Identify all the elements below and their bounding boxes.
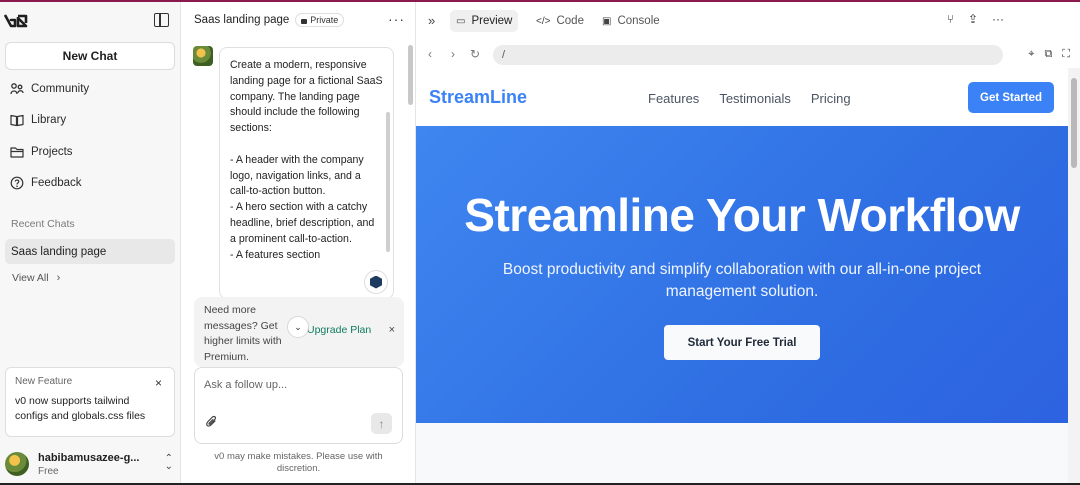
v0-assistant-icon [364, 270, 388, 294]
site-viewport: StreamLine Features Testimonials Pricing… [416, 68, 1068, 485]
browser-actions: ⌖ ⧉ ⛶ [1028, 48, 1070, 61]
nav-link-pricing[interactable]: Pricing [811, 91, 851, 106]
back-icon[interactable]: ‹ [428, 47, 432, 61]
new-window-icon[interactable]: ⧉ [1044, 48, 1052, 61]
preview-scrollbar[interactable] [1068, 68, 1080, 485]
scrollbar-thumb[interactable] [1071, 78, 1077, 168]
user-info: habibamusazee-g... Free [38, 452, 139, 477]
preview-panel: » ▭ Preview </> Code ▣ Console ⑂ ⇪ ··· ‹… [416, 2, 1080, 485]
browser-bar: ‹ › ↻ / ⌖ ⧉ ⛶ [416, 42, 1080, 68]
user-message: Create a modern, responsive landing page… [219, 47, 394, 299]
get-started-button[interactable]: Get Started [968, 82, 1054, 113]
share-icon[interactable]: ⇪ [968, 12, 978, 26]
message-scrollbar[interactable] [386, 112, 390, 252]
v0-logo-icon[interactable] [4, 11, 32, 31]
fullscreen-icon[interactable]: ⛶ [1062, 48, 1070, 61]
help-circle-icon [10, 176, 24, 190]
tab-console[interactable]: ▣ Console [596, 10, 666, 32]
close-icon[interactable]: × [155, 376, 162, 390]
sidebar-item-feedback[interactable]: Feedback [10, 173, 82, 193]
start-free-trial-button[interactable]: Start Your Free Trial [664, 325, 820, 360]
message-avatar [193, 46, 213, 66]
chevron-right-icon: › [56, 272, 61, 284]
chat-header: Saas landing page Private [194, 13, 345, 27]
tab-preview[interactable]: ▭ Preview [450, 10, 519, 32]
expand-icon[interactable]: » [428, 13, 435, 28]
avatar [5, 452, 29, 476]
code-icon: </> [536, 15, 551, 27]
inspect-cursor-icon[interactable]: ⌖ [1028, 48, 1034, 61]
arrow-up-icon: ↑ [378, 416, 385, 431]
recent-chat-item[interactable]: Saas landing page [5, 239, 175, 264]
url-input[interactable]: / [493, 45, 1003, 65]
user-menu[interactable]: habibamusazee-g... Free ⌃ ⌄ [5, 448, 177, 480]
chat-title[interactable]: Saas landing page [194, 14, 289, 26]
user-plan: Free [38, 465, 59, 477]
forward-icon[interactable]: › [451, 47, 455, 61]
feature-card-body: v0 now supports tailwind configs and glo… [15, 395, 146, 422]
site-header: StreamLine Features Testimonials Pricing… [416, 68, 1068, 126]
hero-section: Streamline Your Workflow Boost productiv… [416, 126, 1068, 423]
view-all-link[interactable]: View All › [12, 272, 60, 284]
sidebar-item-community[interactable]: Community [10, 79, 89, 99]
more-options-icon[interactable]: ··· [388, 11, 405, 27]
site-nav-links: Features Testimonials Pricing [648, 91, 851, 106]
chevron-down-icon: ⌄ [294, 321, 302, 332]
terminal-icon: ▣ [602, 15, 612, 27]
sidebar-item-projects[interactable]: Projects [10, 142, 73, 162]
message-text: Create a modern, responsive landing page… [230, 59, 383, 261]
nav-link-testimonials[interactable]: Testimonials [719, 91, 791, 106]
nav-link-features[interactable]: Features [648, 91, 699, 106]
paperclip-icon[interactable] [205, 415, 218, 431]
hero-title: Streamline Your Workflow [464, 189, 1020, 241]
follow-up-composer: ↑ [194, 367, 403, 444]
send-button[interactable]: ↑ [371, 413, 392, 434]
upgrade-text: Need more messages? Get higher limits wi… [204, 304, 282, 363]
sidebar-item-library[interactable]: Library [10, 110, 66, 130]
tab-label: Console [617, 15, 660, 27]
more-options-icon[interactable]: ··· [992, 12, 1004, 26]
disclaimer-text: v0 may make mistakes. Please use with di… [214, 451, 383, 474]
sidebar-toggle-icon[interactable] [154, 13, 169, 27]
hero-subtitle: Boost productivity and simplify collabor… [502, 261, 982, 300]
sidebar-item-label: Feedback [31, 177, 82, 189]
visibility-label: Private [310, 15, 339, 25]
view-all-label: View All [12, 272, 49, 284]
preview-actions: ⑂ ⇪ ··· [947, 12, 1004, 26]
recent-chats-label: Recent Chats [11, 218, 75, 230]
chat-panel: Saas landing page Private ··· Create a m… [181, 2, 416, 485]
tab-code[interactable]: </> Code [530, 10, 590, 32]
follow-up-input[interactable] [204, 379, 394, 391]
visibility-badge[interactable]: Private [295, 13, 345, 27]
sidebar-item-label: Projects [31, 146, 73, 158]
book-icon [10, 114, 24, 127]
folder-icon [10, 147, 24, 158]
community-icon [10, 83, 24, 95]
new-feature-card: New Feature × v0 now supports tailwind c… [5, 367, 175, 437]
tab-label: Code [556, 15, 584, 27]
fork-icon[interactable]: ⑂ [947, 12, 954, 26]
feature-card-title: New Feature [15, 376, 73, 387]
chat-scrollbar[interactable] [408, 45, 413, 105]
app-root: New Chat Community Library Projects Feed… [0, 2, 1080, 485]
scroll-down-button[interactable]: ⌄ [287, 316, 309, 338]
site-logo[interactable]: StreamLine [429, 87, 527, 108]
sidebar-item-label: Library [31, 114, 67, 126]
lock-icon [301, 18, 308, 24]
window-icon: ▭ [456, 15, 466, 27]
upgrade-plan-link[interactable]: Upgrade Plan [307, 324, 371, 336]
chevron-up-down-icon: ⌃ ⌄ [164, 453, 173, 472]
new-chat-button[interactable]: New Chat [5, 42, 175, 70]
sidebar-item-label: Community [31, 83, 90, 95]
refresh-icon[interactable]: ↻ [470, 47, 480, 61]
user-name: habibamusazee-g... [38, 451, 140, 464]
preview-toolbar: » ▭ Preview </> Code ▣ Console ⑂ ⇪ ··· [416, 2, 1080, 40]
tab-label: Preview [471, 15, 513, 27]
close-icon[interactable]: × [389, 324, 395, 336]
sidebar: New Chat Community Library Projects Feed… [0, 2, 181, 485]
